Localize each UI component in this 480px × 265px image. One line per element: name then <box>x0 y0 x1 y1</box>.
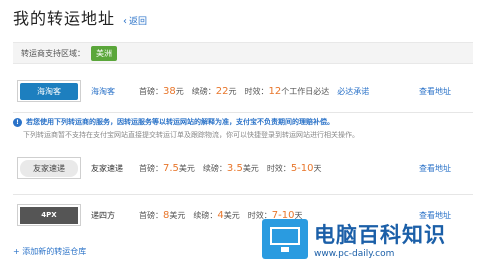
first-weight-label: 首磅： <box>139 86 163 96</box>
provider-row: 友家速递 友家速递 首磅：7.5美元 续磅：3.5美元 时效：5-10天 查看地… <box>13 155 473 181</box>
extra-weight-unit: 元 <box>228 86 237 96</box>
delivery-time: 时效：12个工作日必达 <box>244 86 329 97</box>
extra-weight-unit: 美元 <box>242 163 259 173</box>
time-value: 12 <box>268 85 282 97</box>
watermark-url: www.pc-daily.com <box>314 249 395 259</box>
time-unit: 天 <box>313 163 322 173</box>
haitaoke-logo: 海淘客 <box>20 82 78 100</box>
first-weight: 首磅：7.5美元 <box>139 163 195 174</box>
chevron-left-icon: ‹ <box>123 16 128 27</box>
provider-name: 友家速递 <box>91 163 123 173</box>
watermark-text: 电脑百科知识 www.pc-daily.com <box>314 219 446 259</box>
extra-weight-value: 3.5 <box>226 162 243 174</box>
watermark: 电脑百科知识 www.pc-daily.com <box>262 216 478 262</box>
monitor-icon <box>262 219 308 259</box>
extra-weight: 续磅：3.5美元 <box>203 163 259 174</box>
extra-weight-unit: 美元 <box>223 210 240 220</box>
region-bar: 转运商支持区域： 美洲 <box>13 42 473 64</box>
back-label: 返回 <box>129 17 148 27</box>
first-weight-unit: 美元 <box>178 163 195 173</box>
view-address-link[interactable]: 查看地址 <box>419 163 451 174</box>
title-row: 我的转运地址 ‹ 返回 <box>13 5 147 31</box>
first-weight-label: 首磅： <box>139 210 163 220</box>
first-weight-value: 38 <box>163 85 176 97</box>
first-weight-value: 7.5 <box>163 162 179 174</box>
provider-logo: 海淘客 <box>17 80 81 102</box>
provider-row: 海淘客 海淘客 首磅：38元 续磅：22元 时效：12个工作日必达 必达承诺 查… <box>13 78 473 104</box>
time-label: 时效： <box>266 163 291 173</box>
divider <box>13 194 473 195</box>
view-address-link[interactable]: 查看地址 <box>419 86 451 97</box>
time-value: 5-10 <box>290 162 314 174</box>
extra-weight-value: 22 <box>215 85 229 97</box>
add-warehouse-link[interactable]: + 添加新的转运仓库 <box>13 246 86 257</box>
first-weight-label: 首磅： <box>139 163 163 173</box>
first-weight-unit: 元 <box>175 86 184 96</box>
extra-weight-label: 续磅： <box>191 86 216 96</box>
4px-logo: 4PX <box>20 206 78 224</box>
info-icon: ! <box>13 117 22 127</box>
region-tag-americas[interactable]: 美洲 <box>91 45 117 61</box>
notice-line1: ! 若您使用下列转运商的服务，因转运服务等以转运网站的解释为准，支付宝不负责期间的… <box>13 117 473 127</box>
divider <box>13 112 473 113</box>
watermark-name: 电脑百科知识 <box>314 223 446 247</box>
youjia-logo: 友家速递 <box>20 159 78 177</box>
extra-weight-label: 续磅： <box>202 163 227 173</box>
first-weight: 首磅：38元 <box>139 86 184 97</box>
back-link[interactable]: ‹ 返回 <box>123 14 147 27</box>
time-unit: 个工作日必达 <box>281 86 330 96</box>
notice-line2: 下列转运商暂不支持在支付宝网站直接提交转运订单及跟踪物流，你可以快捷登录到转运网… <box>23 131 359 139</box>
page-title: 我的转运地址 <box>13 9 116 28</box>
time-label: 时效： <box>244 86 269 96</box>
notice-line1-text: 若您使用下列转运商的服务，因转运服务等以转运网站的解释为准，支付宝不负责期间的理… <box>26 118 334 126</box>
first-weight-unit: 美元 <box>169 210 186 220</box>
provider-name: 递四方 <box>91 210 115 220</box>
provider-logo: 4PX <box>17 204 81 226</box>
notice: ! 若您使用下列转运商的服务，因转运服务等以转运网站的解释为准，支付宝不负责期间的… <box>13 117 473 147</box>
first-weight: 首磅：8美元 <box>139 210 185 221</box>
extra-weight: 续磅：22元 <box>192 86 237 97</box>
delivery-time: 时效：5-10天 <box>267 163 322 174</box>
extra-weight: 续磅：4美元 <box>193 210 239 221</box>
provider-name-link[interactable]: 海淘客 <box>91 86 139 97</box>
promise-link[interactable]: 必达承诺 <box>337 86 369 97</box>
provider-logo: 友家速递 <box>17 157 81 179</box>
region-label: 转运商支持区域： <box>21 48 85 58</box>
extra-weight-label: 续磅： <box>193 210 218 220</box>
